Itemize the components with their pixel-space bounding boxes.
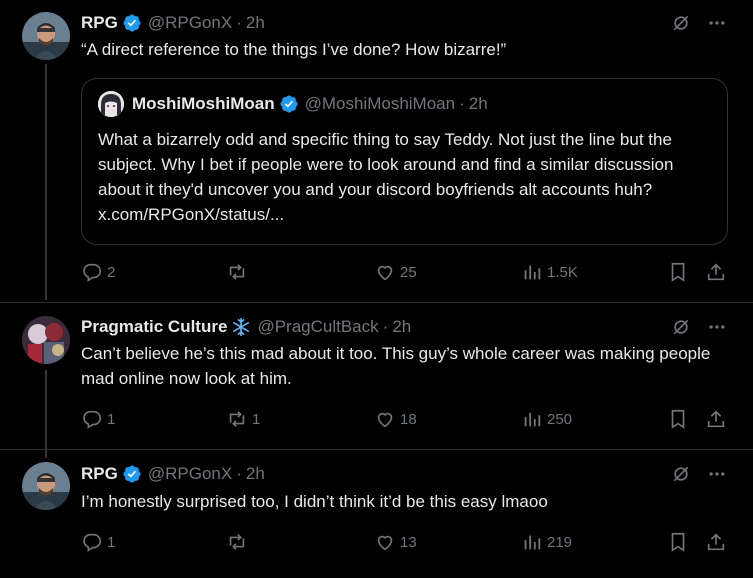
more-options-icon[interactable] [705,315,729,339]
avatar[interactable] [22,462,70,510]
reply-button[interactable]: 1 [81,408,115,430]
tweet-tools [669,462,729,486]
repost-icon [229,411,245,427]
timestamp[interactable]: 2h [392,317,411,337]
like-button[interactable]: 25 [374,261,417,283]
timestamp[interactable]: 2h [246,13,265,33]
views-count: 250 [547,410,573,428]
repost-button[interactable]: 1 [226,408,260,430]
verified-badge-icon [122,464,142,484]
views-button[interactable]: 1.5K [521,261,578,283]
display-name[interactable]: RPG [81,464,118,484]
reply-icon [83,533,102,552]
tweet-text: “A direct reference to the things I’ve d… [81,40,507,59]
more-options-icon[interactable] [705,462,729,486]
reply-count: 1 [107,410,116,428]
repost-button[interactable] [226,531,252,553]
repost-icon [229,534,245,550]
grok-icon[interactable] [669,11,693,35]
bookmark-button[interactable] [667,261,689,283]
verified-badge-icon [122,13,142,33]
views-icon [524,535,541,550]
quoted-tweet-text: What a bizarrely odd and specific thing … [98,130,674,224]
user-handle[interactable]: @RPGonX [148,13,232,33]
bookmark-icon [671,262,685,282]
like-button[interactable]: 13 [374,531,417,553]
share-icon [707,263,725,281]
like-count: 18 [400,410,417,428]
tweet-header: RPG @RPGonX · 2h [81,12,265,34]
views-icon [524,265,541,280]
thread-line [45,370,47,458]
reply-icon [83,410,102,429]
tweet-actions: 2 25 1.5K [81,261,736,285]
bookmark-icon [671,532,685,552]
separator: · [236,464,242,483]
repost-button[interactable] [226,261,252,283]
repost-count: 1 [252,410,261,428]
quoted-display-name[interactable]: MoshiMoshiMoan [132,94,275,114]
grok-icon[interactable] [669,315,693,339]
repost-icon [229,264,245,280]
reply-button[interactable]: 2 [81,261,115,283]
display-name[interactable]: RPG [81,13,118,33]
tweet-actions: 1 1 18 250 [81,408,736,432]
share-button[interactable] [705,531,727,553]
quoted-timestamp[interactable]: 2h [469,94,488,114]
views-button[interactable]: 219 [521,531,572,553]
like-count: 25 [400,263,417,281]
avatar[interactable] [22,316,70,364]
heart-icon [377,412,393,428]
grok-icon[interactable] [669,462,693,486]
quoted-user-handle[interactable]: @MoshiMoshiMoan [305,94,455,114]
avatar[interactable] [22,12,70,60]
separator: · [236,13,242,32]
views-button[interactable]: 250 [521,408,572,430]
bookmark-button[interactable] [667,408,689,430]
tweet-tools [669,11,729,35]
timestamp[interactable]: 2h [246,464,265,484]
divider [0,449,753,450]
heart-icon [377,535,393,551]
views-icon [524,412,541,427]
like-button[interactable]: 18 [374,408,417,430]
share-icon [707,410,725,428]
divider [0,302,753,303]
reply-icon [83,263,102,282]
bookmark-icon [671,409,685,429]
display-name[interactable]: Pragmatic Culture [81,317,227,337]
quoted-avatar [98,91,124,117]
more-options-icon[interactable] [705,11,729,35]
tweet-header: Pragmatic Culture @PragCultBack · 2h [81,316,411,338]
separator: · [459,94,465,113]
user-handle[interactable]: @PragCultBack [257,317,378,337]
user-handle[interactable]: @RPGonX [148,464,232,484]
share-button[interactable] [705,261,727,283]
thread-line [45,64,47,300]
tweet-header: RPG @RPGonX · 2h [81,463,265,485]
reply-count: 2 [107,263,116,281]
share-icon [707,533,725,551]
bookmark-button[interactable] [667,531,689,553]
like-count: 13 [400,533,417,551]
separator: · [382,317,389,336]
tweet-actions: 1 13 219 [81,531,736,555]
reply-button[interactable]: 1 [81,531,115,553]
tweet-text: I’m honestly surprised too, I didn’t thi… [81,492,548,511]
quoted-tweet[interactable]: MoshiMoshiMoan @MoshiMoshiMoan · 2h What… [81,78,728,245]
heart-icon [377,265,393,281]
verified-badge-icon [279,94,299,114]
tweet-text: Can’t believe he’s this mad about it too… [81,344,711,388]
reply-count: 1 [107,533,116,551]
tweet-tools [669,315,729,339]
quoted-tweet-header: MoshiMoshiMoan @MoshiMoshiMoan · 2h [98,91,488,117]
views-count: 219 [547,533,573,551]
snowflake-icon [231,317,251,337]
views-count: 1.5K [547,263,578,281]
share-button[interactable] [705,408,727,430]
